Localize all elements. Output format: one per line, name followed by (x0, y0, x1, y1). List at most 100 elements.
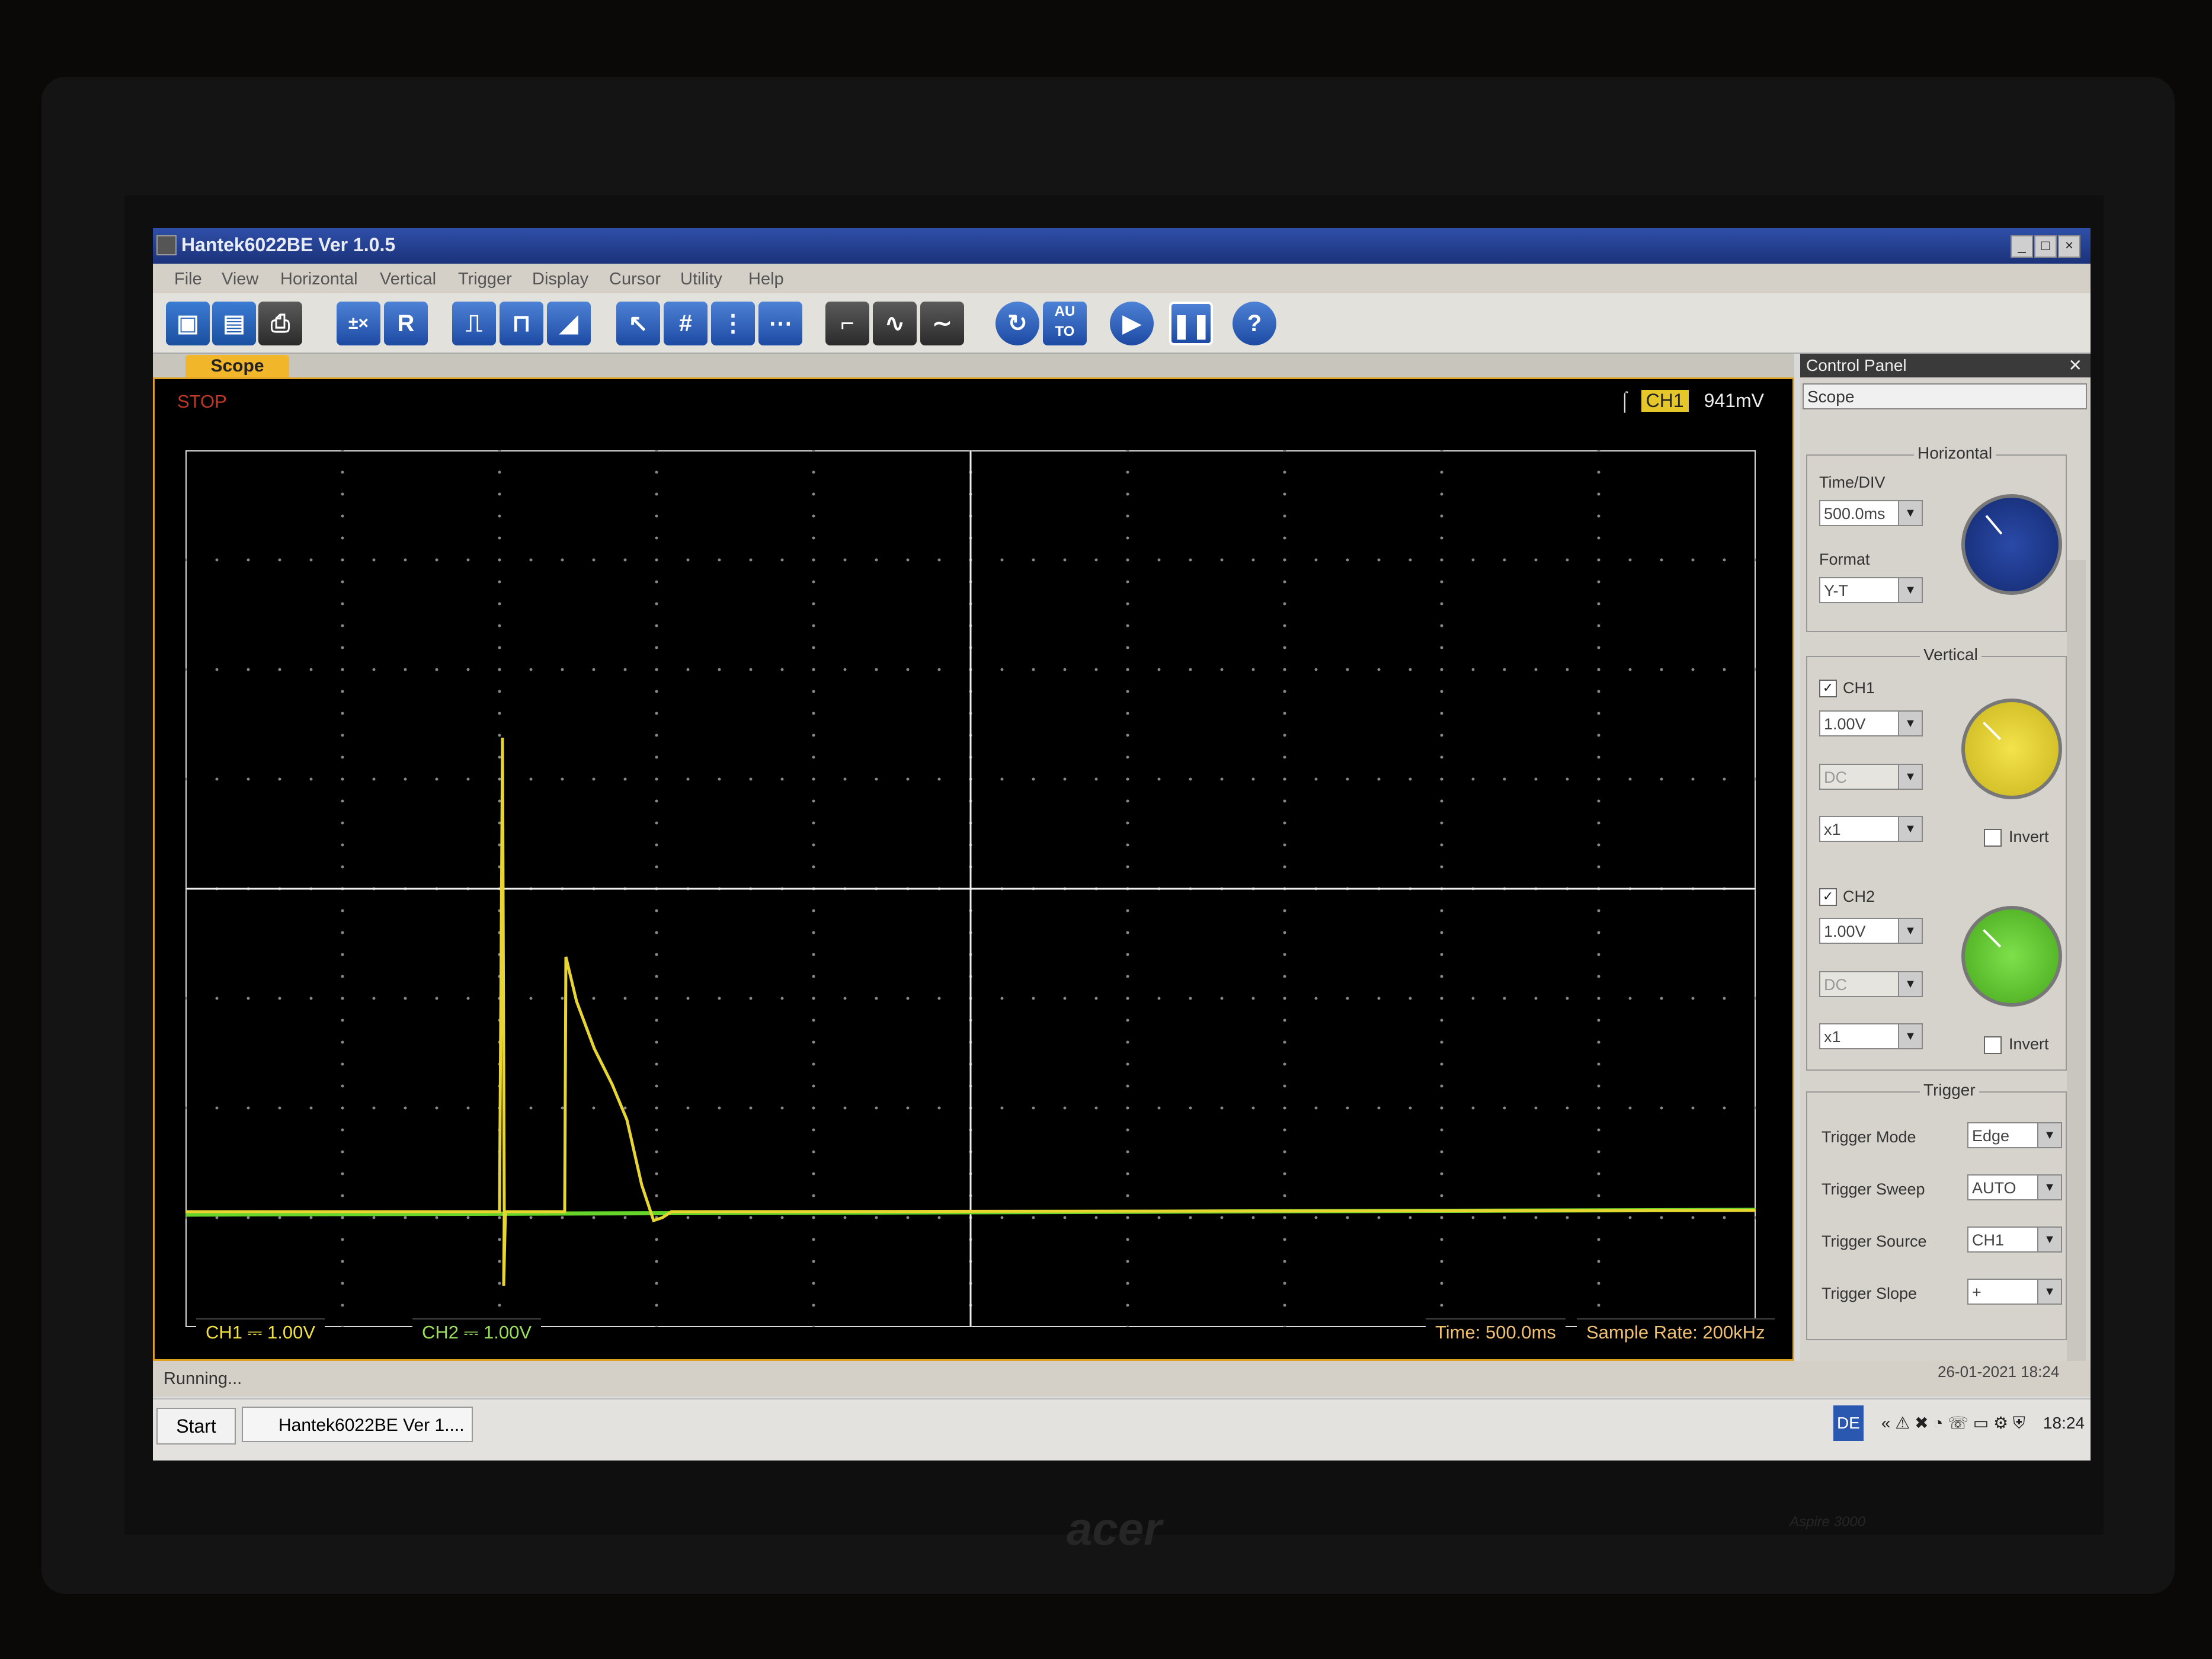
grid-dot (1597, 668, 1600, 671)
control-panel-scrollbar[interactable] (2067, 560, 2086, 1389)
trigger-source-select[interactable]: CH1 ▼ (1967, 1226, 2062, 1253)
menu-trigger[interactable]: Trigger (458, 270, 512, 289)
ch1-enable-checkbox[interactable]: ✓ (1819, 680, 1837, 697)
grid-dot (1503, 558, 1506, 562)
grid-dot (1471, 558, 1475, 562)
grid-dot (278, 1106, 281, 1110)
grid-dot (435, 1106, 438, 1110)
print-icon[interactable]: ⎙ (258, 302, 302, 345)
math-icon[interactable]: ±× (337, 302, 380, 345)
grid-dot (1597, 1216, 1600, 1219)
ch2-probe-select[interactable]: x1 ▼ (1819, 1023, 1923, 1049)
grid-dot (843, 1216, 847, 1219)
ch2-volts-knob[interactable] (1961, 906, 2062, 1007)
ch1-probe-select[interactable]: x1 ▼ (1819, 816, 1923, 842)
grid-dot (1283, 580, 1286, 584)
save-icon[interactable]: ▤ (212, 302, 256, 345)
language-indicator[interactable]: DE (1833, 1405, 1864, 1441)
play-icon[interactable]: ▶ (1110, 302, 1154, 345)
grid-dot (655, 975, 658, 978)
grid-dot (466, 558, 470, 562)
menu-display[interactable]: Display (532, 270, 588, 289)
menu-vertical[interactable]: Vertical (380, 270, 436, 289)
tray-icons[interactable]: « ⚠ ✖ ◔ ☏ ▭ ⚙ ⛨ (1881, 1414, 2025, 1432)
tab-scope[interactable]: Scope (185, 355, 289, 377)
minimize-button[interactable]: _ (2011, 235, 2033, 258)
grid-dot (1597, 997, 1600, 1000)
grid-dot (812, 646, 815, 649)
reference-button[interactable]: R (384, 302, 428, 345)
ch2-invert-checkbox[interactable] (1984, 1036, 2002, 1054)
trigger-slope-select[interactable]: + ▼ (1967, 1279, 2062, 1305)
panel-mode-select[interactable]: Scope (1803, 383, 2087, 409)
grid-dot (843, 777, 847, 781)
ch2-volts-select[interactable]: 1.00V ▼ (1819, 918, 1923, 944)
grid-cursor-icon[interactable]: # (664, 302, 708, 345)
ch2-enable-checkbox[interactable]: ✓ (1819, 888, 1837, 906)
vertical-cursor-icon[interactable]: ⋮ (711, 302, 755, 345)
close-icon[interactable]: ✕ (2069, 354, 2082, 377)
open-icon[interactable]: ▣ (166, 302, 210, 345)
grid-dot (1126, 602, 1129, 606)
grid-dot (1440, 953, 1443, 956)
grid-dot (780, 558, 784, 562)
rising-edge-icon[interactable]: ⎍ (452, 302, 496, 345)
grid-dot (498, 580, 501, 584)
refresh-icon[interactable]: ↻ (995, 302, 1039, 345)
ch1-volts-select[interactable]: 1.00V ▼ (1819, 710, 1923, 736)
auto-button[interactable]: AU TO (1043, 302, 1087, 345)
trigger-group: Trigger Trigger Mode Edge ▼ Trigger Sweep… (1806, 1081, 2067, 1340)
maximize-button[interactable]: □ (2034, 235, 2057, 258)
ramp-icon[interactable]: ◢ (547, 302, 591, 345)
help-icon[interactable]: ? (1233, 302, 1276, 345)
menu-file[interactable]: File (174, 270, 202, 289)
ch2-coupling-select[interactable]: DC ▼ (1819, 971, 1923, 997)
grid-dot (466, 668, 470, 671)
grid-dot (1283, 1106, 1286, 1110)
time-div-knob[interactable] (1961, 494, 2062, 595)
menu-view[interactable]: View (222, 270, 258, 289)
grid-dot (498, 1260, 501, 1263)
grid-dot (655, 865, 658, 869)
grid-dot (655, 492, 658, 496)
grid-dot (561, 668, 564, 671)
pause-icon[interactable]: ❚❚ (1169, 302, 1213, 345)
horizontal-cursor-icon[interactable]: ⋯ (758, 302, 802, 345)
grid-dot (812, 975, 815, 978)
grid-dot (1220, 558, 1224, 562)
trigger-mode-select[interactable]: Edge ▼ (1967, 1122, 2062, 1148)
ch1-invert-checkbox[interactable] (1984, 829, 2002, 847)
grid-dot (341, 865, 344, 869)
grid-dot (1440, 646, 1443, 649)
grid-dot (812, 1019, 815, 1022)
grid-dot (435, 1216, 438, 1219)
grid-dot (812, 668, 815, 671)
time-div-select[interactable]: 500.0ms ▼ (1819, 500, 1923, 526)
start-button[interactable]: Start (156, 1408, 236, 1445)
ch2-probe-value: x1 (1824, 1028, 1841, 1046)
grid-dot (812, 492, 815, 496)
pulse-icon[interactable]: ⊓ (500, 302, 543, 345)
menu-cursor[interactable]: Cursor (609, 270, 661, 289)
grid-dot (1189, 558, 1192, 562)
taskbar-item-hantek[interactable]: Hantek6022BE Ver 1.... (242, 1407, 473, 1442)
ch1-coupling-select[interactable]: DC ▼ (1819, 764, 1923, 790)
grid-dot (1691, 1216, 1695, 1219)
grid-dot (1660, 558, 1663, 562)
ch1-volts-knob[interactable] (1961, 699, 2062, 799)
format-select[interactable]: Y-T ▼ (1819, 577, 1923, 603)
menu-horizontal[interactable]: Horizontal (280, 270, 358, 289)
smooth-wave-icon[interactable]: ∿ (873, 302, 917, 345)
trigger-sweep-label: Trigger Sweep (1822, 1180, 1925, 1198)
grid-dot (1597, 580, 1600, 584)
grid-dot (623, 1106, 627, 1110)
step-wave-icon[interactable]: ⌐ (825, 302, 869, 345)
menu-utility[interactable]: Utility (680, 270, 722, 289)
grid-dot (1440, 865, 1443, 869)
grid-dot (592, 1106, 596, 1110)
menu-help[interactable]: Help (748, 270, 784, 289)
cursor-icon[interactable]: ↖ (616, 302, 660, 345)
sine-wave-icon[interactable]: ∼ (920, 302, 964, 345)
trigger-sweep-select[interactable]: AUTO ▼ (1967, 1174, 2062, 1200)
close-button[interactable]: × (2058, 235, 2080, 258)
